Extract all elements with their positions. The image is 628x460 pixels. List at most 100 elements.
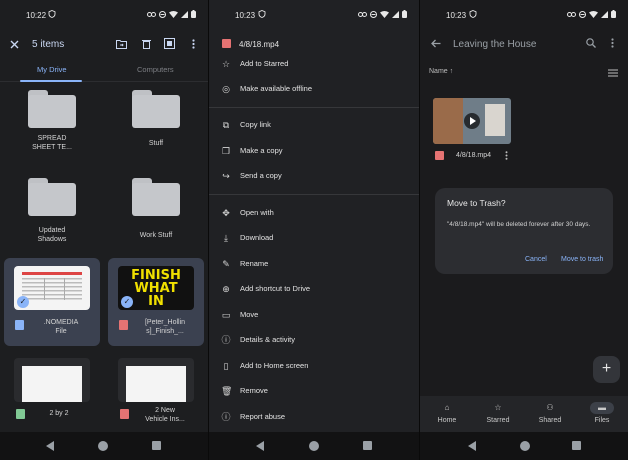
offline-icon: ◎ (222, 84, 230, 94)
thumb-text-line: IN (148, 294, 164, 309)
folder-tile[interactable]: Stuff (110, 84, 202, 164)
dialog-message: "4/8/18.mp4" will be deleted forever aft… (447, 221, 591, 228)
folder-icon (28, 178, 76, 216)
recents-icon[interactable] (572, 441, 581, 450)
menu-item-download[interactable]: ⤓ Download (209, 227, 419, 249)
wifi-icon (589, 10, 598, 18)
status-icons (358, 10, 407, 18)
tab-computers[interactable]: Computers (137, 65, 174, 74)
report-icon: ⓘ (221, 412, 231, 422)
folder-label: SPREAD SHEET TE... (32, 135, 72, 151)
menu-item-remove[interactable]: 🗑 Remove (209, 380, 419, 402)
menu-item-move[interactable]: ▭ Move (209, 304, 419, 326)
home-icon[interactable] (520, 441, 530, 451)
nav-home[interactable]: ⌂ Home (421, 396, 473, 432)
shield-icon (48, 10, 56, 18)
people-icon: ⚇ (546, 403, 554, 412)
file-tile[interactable]: 2 New Vehicle Ins... (110, 352, 202, 432)
dnd-icon (579, 10, 586, 18)
file-label: [Peter_Hollin s]_Finish_... (144, 319, 186, 335)
download-icon: ⤓ (224, 233, 228, 243)
info-icon: ⓘ (221, 335, 231, 345)
status-time: 10:23 (446, 11, 467, 20)
menu-item-offline[interactable]: ◎ Make available offline (209, 78, 419, 100)
menu-item-add-home[interactable]: ▯ Add to Home screen (209, 355, 419, 377)
close-icon[interactable] (10, 40, 19, 49)
spreadsheet-preview (22, 366, 82, 402)
tab-my-drive[interactable]: My Drive (37, 65, 67, 74)
signal-icon (601, 10, 608, 18)
thumbnail-region (433, 98, 463, 144)
home-nav-icon: ⌂ (444, 403, 450, 412)
nav-files[interactable]: ▬ Files (576, 396, 628, 432)
file-label: 2 by 2 (49, 410, 69, 417)
phone-icon: ▯ (223, 361, 229, 371)
sheet-file-name: 4/8/18.mp4 (239, 40, 280, 49)
recents-icon[interactable] (363, 441, 372, 450)
add-fab-button[interactable]: + (593, 356, 620, 383)
status-bar: 10:23 (209, 0, 419, 28)
folder-tile[interactable]: Work Stuff (110, 172, 202, 252)
drive-tabs: My Drive Computers (0, 60, 208, 82)
video-thumbnail[interactable] (433, 98, 511, 144)
star-icon: ☆ (221, 59, 231, 69)
cancel-button[interactable]: Cancel (525, 256, 547, 263)
thumbnail-region (485, 104, 505, 136)
video-file-icon (435, 151, 444, 160)
back-icon[interactable] (256, 441, 264, 451)
sort-button[interactable]: Name ↑ (429, 68, 453, 75)
divider (209, 194, 419, 195)
back-arrow-icon[interactable] (431, 39, 441, 48)
home-icon[interactable] (98, 441, 108, 451)
sort-row: Name ↑ (420, 66, 628, 80)
file-tile-selected[interactable]: FINISH WHAT IN ✓ [Peter_Hollin s]_Finish_… (108, 258, 204, 346)
menu-item-details[interactable]: ⓘ Details & activity (209, 329, 419, 351)
link-icon: ⧉ (222, 120, 230, 130)
menu-item-copy-link[interactable]: ⧉ Copy link (209, 114, 419, 136)
checkmark-icon: ✓ (17, 296, 29, 308)
status-icons (147, 10, 196, 18)
move-to-trash-button[interactable]: Move to trash (561, 256, 603, 263)
nav-starred[interactable]: ☆ Starred (472, 396, 524, 432)
trash-icon: 🗑 (221, 386, 233, 396)
home-icon[interactable] (309, 441, 319, 451)
file-tile[interactable]: 2 by 2 (6, 352, 98, 432)
more-vert-icon[interactable] (505, 151, 508, 160)
wifi-icon (169, 10, 178, 18)
status-bar: 10:22 (0, 0, 208, 28)
list-view-icon[interactable] (608, 69, 618, 77)
folder-tile[interactable]: SPREAD SHEET TE... (6, 84, 98, 164)
bottom-navigation: ⌂ Home ☆ Starred ⚇ Shared ▬ Files (420, 396, 628, 432)
move-to-trash-dialog: Move to Trash? "4/8/18.mp4" will be dele… (435, 188, 613, 274)
more-vert-icon[interactable] (611, 38, 614, 48)
menu-item-report-abuse[interactable]: ⓘ Report abuse (209, 406, 419, 428)
system-nav-bar (209, 432, 419, 460)
back-icon[interactable] (468, 441, 476, 451)
move-folder-icon[interactable] (116, 39, 127, 49)
back-icon[interactable] (46, 441, 54, 451)
file-tile-selected[interactable]: ✓ .NOMEDIA File (4, 258, 100, 346)
move-icon: ▭ (221, 310, 231, 320)
more-vert-icon[interactable] (192, 39, 195, 49)
shield-icon (258, 10, 266, 18)
folder-label: Stuff (148, 140, 164, 147)
menu-item-add-to-starred[interactable]: ☆ Add to Starred (209, 53, 419, 75)
menu-item-add-shortcut[interactable]: ⊕ Add shortcut to Drive (209, 278, 419, 300)
recents-icon[interactable] (152, 441, 161, 450)
menu-item-make-copy[interactable]: ❐ Make a copy (209, 140, 419, 162)
document-thumbnail (14, 358, 90, 402)
folder-icon (28, 90, 76, 128)
menu-item-rename[interactable]: ✎ Rename (209, 253, 419, 275)
nav-shared[interactable]: ⚇ Shared (524, 396, 576, 432)
file-label: .NOMEDIA File (43, 319, 79, 335)
folder-tile[interactable]: Updated Shadows (6, 172, 98, 252)
folder-header: Leaving the House (420, 30, 628, 58)
menu-item-open-with[interactable]: ✥ Open with (209, 202, 419, 224)
star-icon: ☆ (494, 403, 502, 412)
menu-item-send-copy[interactable]: ↪ Send a copy (209, 165, 419, 187)
select-all-icon[interactable] (164, 38, 175, 49)
search-icon[interactable] (586, 38, 596, 48)
delete-icon[interactable] (142, 39, 151, 49)
open-with-icon: ✥ (222, 208, 230, 218)
document-preview (126, 366, 186, 402)
